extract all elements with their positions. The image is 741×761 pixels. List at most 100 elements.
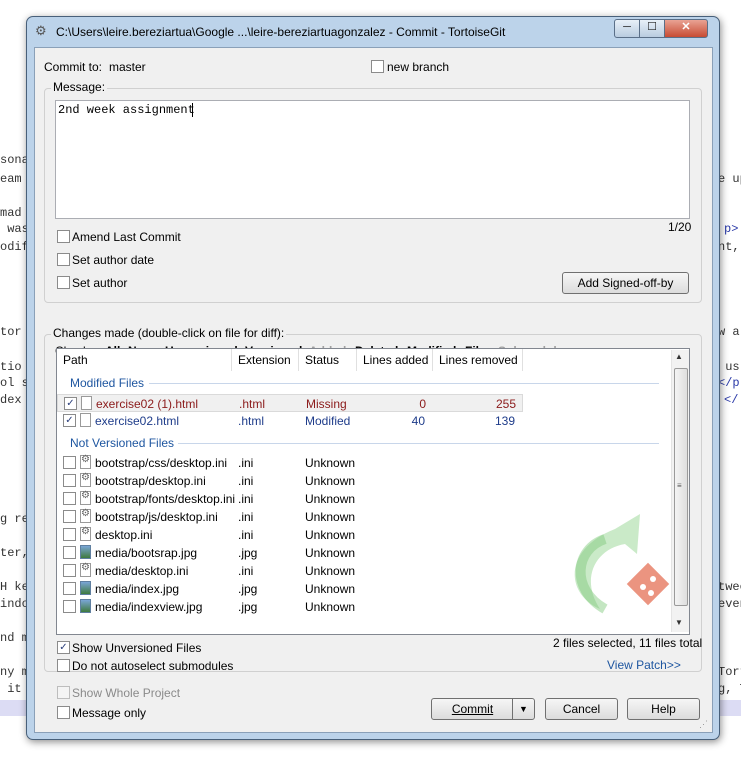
message-textarea[interactable]: 2nd week assignment xyxy=(55,100,690,219)
file-checkbox[interactable] xyxy=(63,600,76,613)
list-vertical-scrollbar[interactable]: ▲ ≡ ▼ xyxy=(671,350,689,632)
ini-file-icon xyxy=(80,490,91,505)
view-patch-link[interactable]: View Patch>> xyxy=(607,658,681,672)
message-only-checkbox[interactable] xyxy=(57,706,70,719)
background-code-line: g re xyxy=(0,512,29,526)
help-button[interactable]: Help xyxy=(627,698,700,720)
file-row[interactable]: ✓ exercise02.html .html Modified 40 139 xyxy=(57,412,523,430)
file-extension: .ini xyxy=(238,474,254,488)
file-row[interactable]: bootstrap/css/desktop.ini .ini Unknown xyxy=(57,454,523,472)
lines-added: 40 xyxy=(411,414,425,428)
commit-button[interactable]: Commit xyxy=(431,698,514,720)
file-extension: .jpg xyxy=(238,582,258,596)
file-row[interactable]: bootstrap/js/desktop.ini .ini Unknown xyxy=(57,508,523,526)
window-title: C:\Users\leire.bereziartua\Google ...\le… xyxy=(56,25,506,39)
ini-file-icon xyxy=(80,508,91,523)
show-whole-project-checkbox xyxy=(57,686,70,699)
background-code-line: ny m xyxy=(0,665,29,679)
minimize-button[interactable]: ─ xyxy=(614,19,640,38)
commit-dropdown-chevron-down-icon[interactable]: ▼ xyxy=(512,698,535,720)
file-checkbox[interactable] xyxy=(63,528,76,541)
background-code-line: ter, xyxy=(0,546,29,560)
file-row[interactable]: media/indexview.jpg .jpg Unknown xyxy=(57,598,523,616)
scroll-up-arrow-icon[interactable]: ▲ xyxy=(675,352,683,361)
author-date-checkbox[interactable] xyxy=(57,253,70,266)
background-code-line: odif xyxy=(0,240,29,254)
file-checkbox[interactable] xyxy=(63,474,76,487)
cancel-button[interactable]: Cancel xyxy=(545,698,618,720)
html-file-icon xyxy=(80,413,91,427)
file-row[interactable]: desktop.ini .ini Unknown xyxy=(57,526,523,544)
background-code-line: </ xyxy=(724,393,739,407)
no-autoselect-checkbox[interactable] xyxy=(57,659,70,672)
html-file-icon xyxy=(81,396,92,410)
file-checkbox[interactable] xyxy=(63,546,76,559)
scroll-down-arrow-icon[interactable]: ▼ xyxy=(675,618,683,627)
background-code-line: twee xyxy=(718,580,741,594)
file-row[interactable]: bootstrap/fonts/desktop.ini.ini Unknown xyxy=(57,490,523,508)
set-author-label: Set author xyxy=(72,276,128,290)
file-extension: .ini xyxy=(238,510,254,524)
background-code-line: it xyxy=(0,682,22,696)
amend-checkbox[interactable] xyxy=(57,230,70,243)
scrollbar-thumb[interactable]: ≡ xyxy=(674,368,688,606)
column-status[interactable]: Status xyxy=(299,349,357,371)
file-extension: .ini xyxy=(238,564,254,578)
file-checkbox[interactable] xyxy=(63,564,76,577)
file-checkbox[interactable]: ✓ xyxy=(64,397,77,410)
file-status: Unknown xyxy=(305,510,356,524)
file-row[interactable]: bootstrap/desktop.ini .ini Unknown xyxy=(57,472,523,490)
file-checkbox[interactable] xyxy=(63,492,76,505)
column-extension[interactable]: Extension xyxy=(232,349,299,371)
tortoisegit-watermark-logo xyxy=(574,514,670,614)
column-lines-added[interactable]: Lines added xyxy=(357,349,433,371)
file-path: media/index.jpg xyxy=(95,582,180,596)
file-path: media/bootsrap.jpg xyxy=(95,546,198,560)
background-code-line: sona xyxy=(0,153,29,167)
author-date-label: Set author date xyxy=(72,253,155,267)
commit-dialog: ⚙ C:\Users\leire.bereziartua\Google ...\… xyxy=(26,16,720,740)
changes-list[interactable]: Path Extension Status Lines added Lines … xyxy=(56,348,690,635)
ini-file-icon xyxy=(80,454,91,469)
file-path: bootstrap/css/desktop.ini xyxy=(95,456,228,470)
set-author-checkbox[interactable] xyxy=(57,276,70,289)
column-path[interactable]: Path xyxy=(57,349,232,371)
add-signed-off-button[interactable]: Add Signed-off-by xyxy=(562,272,689,294)
lines-removed: 255 xyxy=(495,397,516,411)
background-code-line: w ar xyxy=(718,325,741,339)
file-path: media/indexview.jpg xyxy=(95,600,203,614)
image-file-icon xyxy=(80,545,91,559)
background-code-line: p> xyxy=(724,222,739,236)
file-path: exercise02 (1).html xyxy=(96,397,199,411)
commit-button-label: Commit xyxy=(451,702,494,716)
background-code-line: H ke xyxy=(0,580,29,594)
file-row[interactable]: ✓ exercise02 (1).html .html Missing 0 255 xyxy=(57,394,523,412)
file-checkbox[interactable] xyxy=(63,510,76,523)
file-status: Unknown xyxy=(305,492,356,506)
file-path: bootstrap/js/desktop.ini xyxy=(95,510,218,524)
group-not-versioned-files: Not Versioned Files xyxy=(70,436,175,450)
file-row[interactable]: media/desktop.ini .ini Unknown xyxy=(57,562,523,580)
branch-name: master xyxy=(109,60,146,74)
background-code-line: was xyxy=(0,222,29,236)
file-row[interactable]: media/bootsrap.jpg .jpg Unknown xyxy=(57,544,523,562)
image-file-icon xyxy=(80,581,91,595)
lines-removed: 139 xyxy=(494,414,515,428)
background-code-line: </p xyxy=(718,376,740,390)
file-checkbox[interactable] xyxy=(63,456,76,469)
show-unversioned-checkbox[interactable]: ✓ xyxy=(57,641,70,654)
maximize-button[interactable]: ☐ xyxy=(639,19,665,38)
message-label: Message: xyxy=(51,80,108,94)
new-branch-checkbox[interactable] xyxy=(371,60,384,73)
file-checkbox[interactable] xyxy=(63,582,76,595)
close-button[interactable]: ✕ xyxy=(664,19,708,38)
file-checkbox[interactable]: ✓ xyxy=(63,414,76,427)
resize-grip-icon[interactable]: ⋰ xyxy=(699,719,708,730)
background-code-line: dex xyxy=(0,393,22,407)
file-status: Unknown xyxy=(305,456,356,470)
column-lines-removed[interactable]: Lines removed xyxy=(433,349,523,371)
show-unversioned-label: Show Unversioned Files xyxy=(72,641,202,655)
file-row[interactable]: media/index.jpg .jpg Unknown xyxy=(57,580,523,598)
file-status: Unknown xyxy=(305,528,356,542)
file-extension: .html xyxy=(239,397,266,411)
